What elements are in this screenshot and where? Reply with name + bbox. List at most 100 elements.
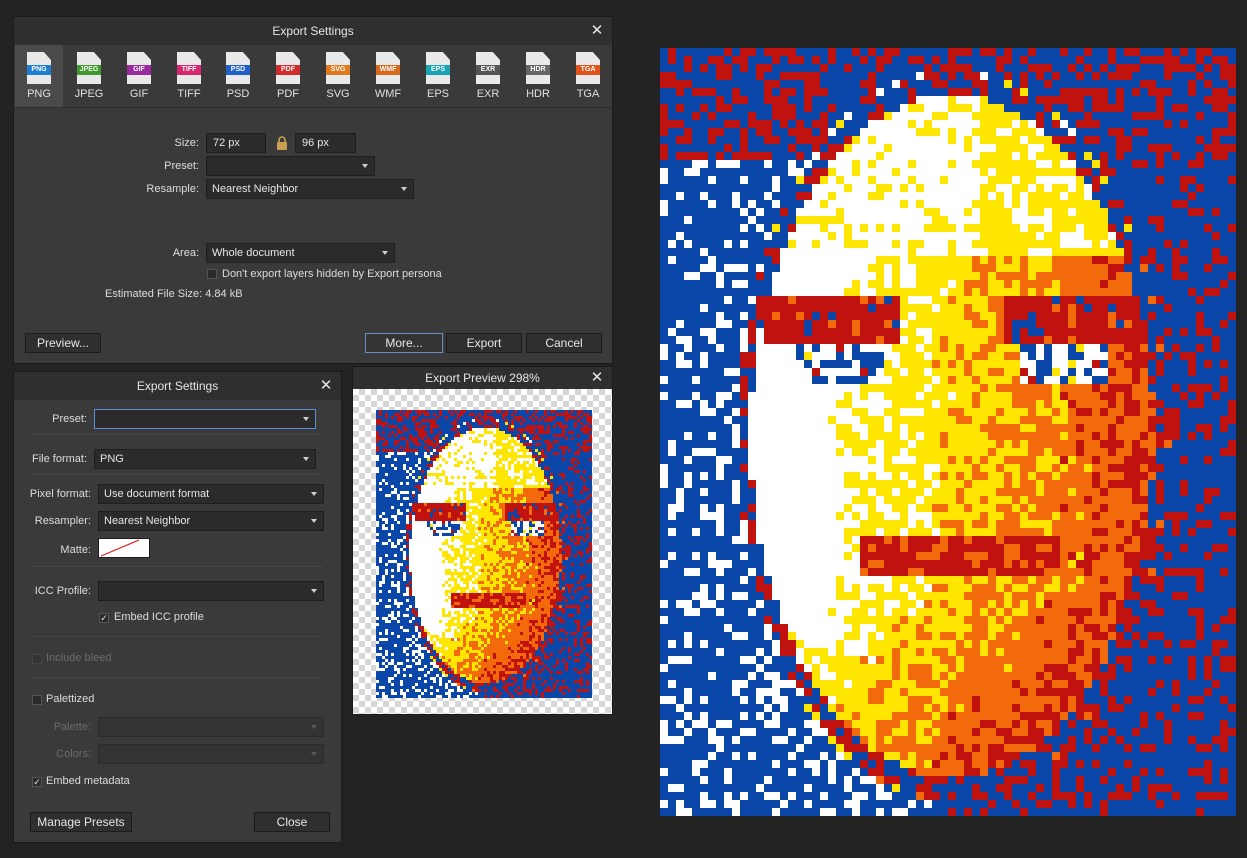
- chevron-down-icon: [311, 752, 317, 756]
- area-label: Area:: [172, 247, 199, 259]
- close-icon[interactable]: ✕: [319, 372, 333, 400]
- format-label: EXR: [476, 88, 500, 100]
- export-preview-panel: Export Preview 298% ✕: [352, 366, 613, 715]
- palette-label: Palette:: [53, 721, 91, 733]
- format-label: WMF: [374, 88, 402, 100]
- preset-dropdown[interactable]: [94, 409, 316, 429]
- preview-image: [376, 410, 592, 698]
- format-pdf-button[interactable]: PDF PDF: [264, 45, 312, 107]
- chevron-down-icon: [311, 492, 317, 496]
- format-wmf-button[interactable]: WMF WMF: [364, 45, 412, 107]
- file-format-label: File format:: [31, 453, 87, 465]
- dialog-title: Export Settings: [136, 379, 219, 393]
- embed-metadata-label: Embed metadata: [46, 775, 130, 787]
- format-label: SVG: [326, 88, 350, 100]
- format-label: PNG: [27, 88, 51, 100]
- toolbar-divider: [14, 107, 612, 108]
- chevron-down-icon: [303, 457, 309, 461]
- file-format-dropdown[interactable]: PNG: [94, 449, 316, 469]
- preview-button[interactable]: Preview...: [25, 333, 101, 353]
- divider: [32, 677, 323, 678]
- format-exr-button[interactable]: EXR EXR: [464, 45, 512, 107]
- close-button[interactable]: Close: [254, 812, 330, 832]
- format-svg-button[interactable]: SVG SVG: [314, 45, 362, 107]
- width-field[interactable]: 72 px: [206, 133, 266, 153]
- palette-dropdown[interactable]: [98, 717, 324, 737]
- file-svg-icon: SVG: [326, 52, 350, 84]
- file-gif-icon: GIF: [127, 52, 151, 84]
- colors-label: Colors:: [56, 748, 91, 760]
- format-label: HDR: [526, 88, 550, 100]
- file-wmf-icon: WMF: [376, 52, 400, 84]
- file-tiff-icon: TIFF: [177, 52, 201, 84]
- cancel-button[interactable]: Cancel: [526, 333, 602, 353]
- size-label: Size:: [174, 137, 199, 149]
- format-hdr-button[interactable]: HDR HDR: [514, 45, 562, 107]
- pixel-format-label: Pixel format:: [29, 488, 91, 500]
- divider: [32, 474, 323, 475]
- file-eps-icon: EPS: [426, 52, 450, 84]
- colors-dropdown[interactable]: [98, 744, 324, 764]
- matte-swatch[interactable]: [98, 538, 150, 558]
- format-label: PSD: [226, 88, 250, 100]
- more-button[interactable]: More...: [365, 333, 443, 353]
- chevron-down-icon: [311, 589, 317, 593]
- format-label: TIFF: [177, 88, 201, 100]
- export-settings-dialog: Export Settings ✕ PNG PNG JPEG JPEG GIF GIF TI…: [13, 16, 613, 364]
- include-bleed-checkbox[interactable]: [32, 654, 42, 664]
- file-exr-icon: EXR: [476, 52, 500, 84]
- lock-icon[interactable]: [276, 136, 288, 150]
- preview-titlebar: Export Preview 298% ✕: [353, 367, 612, 389]
- area-dropdown[interactable]: Whole document: [206, 243, 395, 263]
- more-export-settings-dialog: Export Settings ✕ Preset: File format: P…: [13, 371, 342, 843]
- hidden-layers-label: Don't export layers hidden by Export per…: [222, 268, 442, 280]
- close-icon[interactable]: ✕: [590, 17, 604, 45]
- preview-canvas[interactable]: [353, 389, 612, 714]
- resample-label: Resample:: [146, 183, 199, 195]
- format-psd-button[interactable]: PSD PSD: [214, 45, 262, 107]
- format-label: JPEG: [74, 88, 104, 100]
- icc-profile-dropdown[interactable]: [98, 581, 324, 601]
- pixel-format-dropdown[interactable]: Use document format: [98, 484, 324, 504]
- file-psd-icon: PSD: [226, 52, 250, 84]
- format-label: EPS: [426, 88, 449, 100]
- resampler-dropdown[interactable]: Nearest Neighbor: [98, 511, 324, 531]
- chevron-down-icon: [303, 417, 309, 421]
- resampler-label: Resampler:: [34, 515, 91, 527]
- format-eps-button[interactable]: EPS EPS: [414, 45, 462, 107]
- divider: [32, 636, 323, 637]
- chevron-down-icon: [311, 519, 317, 523]
- palettized-label: Palettized: [46, 693, 95, 705]
- export-button[interactable]: Export: [446, 333, 522, 353]
- embed-icc-checkbox[interactable]: ✓: [99, 613, 109, 623]
- file-png-icon: PNG: [27, 52, 51, 84]
- close-icon[interactable]: ✕: [590, 367, 604, 389]
- document-canvas-image[interactable]: [660, 48, 1236, 816]
- dialog-title: Export Settings: [272, 24, 354, 38]
- manage-presets-button[interactable]: Manage Presets: [30, 812, 132, 832]
- file-pdf-icon: PDF: [276, 52, 300, 84]
- format-tga-button[interactable]: TGA TGA: [564, 45, 612, 107]
- height-field[interactable]: 96 px: [295, 133, 356, 153]
- format-label: GIF: [129, 88, 149, 100]
- resample-dropdown[interactable]: Nearest Neighbor: [206, 179, 414, 199]
- divider: [32, 566, 323, 567]
- preset-label: Preset:: [164, 160, 199, 172]
- hidden-layers-checkbox[interactable]: [207, 269, 217, 279]
- dialog-titlebar: Export Settings ✕: [14, 372, 341, 400]
- chevron-down-icon: [401, 187, 407, 191]
- format-png-button[interactable]: PNG PNG: [15, 45, 63, 107]
- format-gif-button[interactable]: GIF GIF: [115, 45, 163, 107]
- palettized-checkbox[interactable]: [32, 695, 42, 705]
- embed-metadata-checkbox[interactable]: ✓: [32, 777, 42, 787]
- file-jpeg-icon: JPEG: [77, 52, 101, 84]
- preset-label: Preset:: [52, 413, 87, 425]
- format-jpeg-button[interactable]: JPEG JPEG: [65, 45, 113, 107]
- preset-dropdown[interactable]: [206, 156, 375, 176]
- format-label: TGA: [576, 88, 600, 100]
- format-label: PDF: [277, 88, 299, 100]
- format-tiff-button[interactable]: TIFF TIFF: [165, 45, 213, 107]
- icc-profile-label: ICC Profile:: [34, 585, 91, 597]
- dialog-titlebar: Export Settings ✕: [14, 17, 612, 45]
- matte-label: Matte:: [60, 544, 91, 556]
